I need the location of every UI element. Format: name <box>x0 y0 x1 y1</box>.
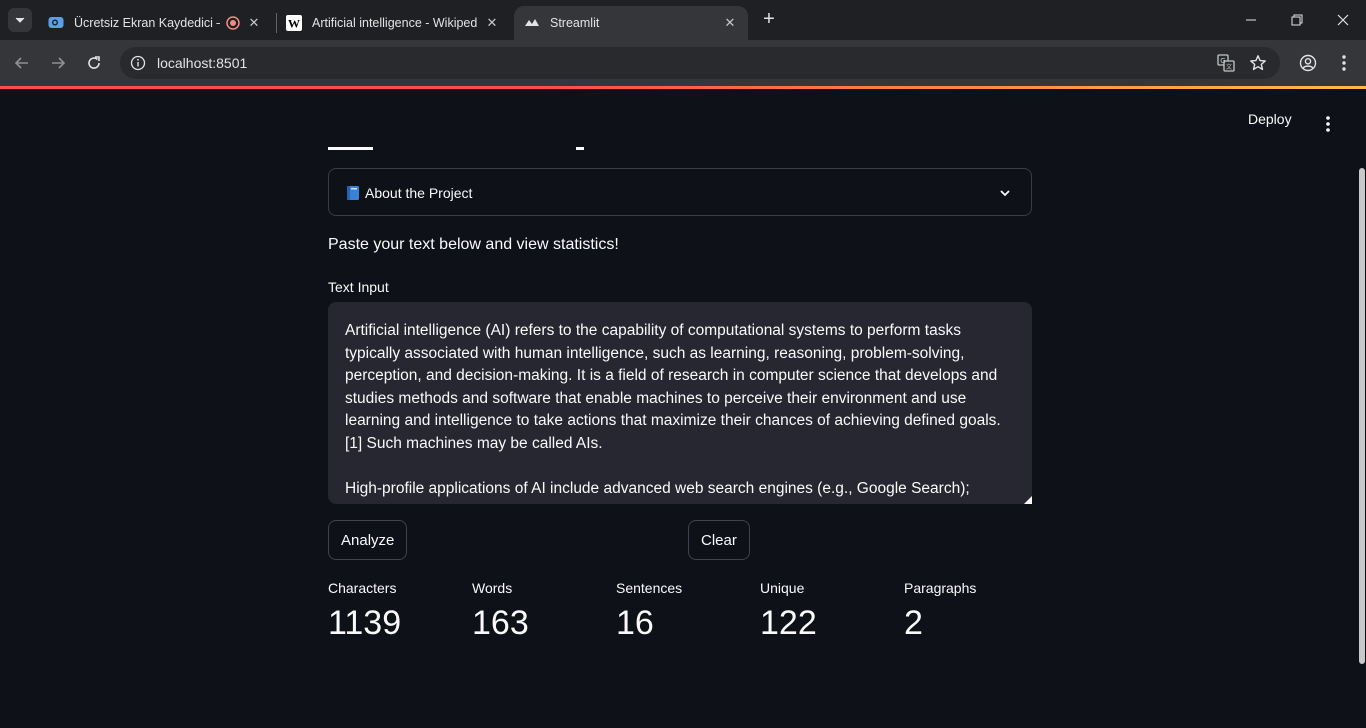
restore-button[interactable] <box>1274 0 1320 40</box>
browser-toolbar: localhost:8501 G文 <box>0 40 1366 86</box>
tab-search-button[interactable] <box>8 8 32 32</box>
tab-title: Ücretsiz Ekran Kaydedici – V <box>74 16 220 30</box>
metric-paragraphs: Paragraphs 2 <box>904 580 1044 643</box>
page-title-clipped <box>328 147 373 150</box>
metric-label: Characters <box>328 580 397 596</box>
metric-value: 163 <box>472 604 529 642</box>
expander-label: About the Project <box>365 185 473 201</box>
analyze-button[interactable]: Analyze <box>328 520 408 560</box>
arrow-right-icon <box>52 57 66 69</box>
close-window-button[interactable] <box>1320 0 1366 40</box>
tab-streamlit[interactable]: Streamlit ✕ <box>514 6 748 40</box>
metric-label: Sentences <box>616 580 683 596</box>
book-icon <box>347 186 359 200</box>
tab-strip: Ücretsiz Ekran Kaydedici – V ✕ W Artific… <box>0 0 1366 40</box>
chevron-down-icon <box>995 183 1015 203</box>
intro-text: Paste your text below and view statistic… <box>328 236 619 253</box>
metric-sentences: Sentences 16 <box>616 580 756 643</box>
metric-value: 2 <box>904 604 923 642</box>
new-tab-button[interactable]: + <box>758 9 780 31</box>
reload-icon <box>88 56 100 69</box>
tab-wikipedia[interactable]: W Artificial intelligence - Wikipedia ✕ <box>276 6 510 40</box>
about-project-expander[interactable]: About the Project <box>328 168 1032 216</box>
text-input-value: Artificial intelligence (AI) refers to t… <box>345 322 1001 497</box>
forward-button[interactable] <box>46 51 70 75</box>
browser-menu-button[interactable] <box>1332 51 1356 75</box>
close-tab-icon[interactable]: ✕ <box>484 15 500 31</box>
svg-text:G: G <box>1220 57 1225 65</box>
close-tab-icon[interactable]: ✕ <box>246 15 262 31</box>
deploy-button[interactable]: Deploy <box>1248 111 1292 127</box>
streamlit-favicon-icon <box>524 15 540 31</box>
chevron-down-icon <box>15 17 25 23</box>
text-input-area[interactable]: Artificial intelligence (AI) refers to t… <box>328 302 1032 504</box>
app-menu-button[interactable] <box>1318 114 1338 134</box>
metric-unique: Unique 122 <box>760 580 900 643</box>
metric-label: Paragraphs <box>904 580 977 596</box>
profile-icon <box>1299 54 1317 72</box>
resize-handle-icon[interactable] <box>1024 496 1032 504</box>
restore-icon <box>1291 14 1303 26</box>
svg-text:W: W <box>288 17 300 31</box>
metric-value: 1139 <box>328 604 402 642</box>
site-info-icon[interactable] <box>128 53 148 73</box>
close-tab-icon[interactable]: ✕ <box>722 15 738 31</box>
page-title-clipped <box>576 147 584 150</box>
metric-value: 16 <box>616 604 654 642</box>
text-input-label: Text Input <box>328 279 389 295</box>
screen-recorder-favicon-icon <box>48 15 64 31</box>
back-button[interactable] <box>10 51 34 75</box>
metric-characters: Characters 1139 <box>328 580 468 643</box>
more-vertical-icon <box>1326 116 1330 132</box>
bookmark-star-icon[interactable] <box>1248 53 1268 73</box>
wikipedia-favicon-icon: W <box>286 15 302 31</box>
translate-icon[interactable]: G文 <box>1216 53 1236 73</box>
tab-title: Artificial intelligence - Wikipedia <box>312 16 478 30</box>
clear-button[interactable]: Clear <box>688 520 750 560</box>
reload-button[interactable] <box>82 51 106 75</box>
minimize-icon <box>1246 19 1256 21</box>
svg-text:文: 文 <box>1226 63 1232 71</box>
profile-button[interactable] <box>1296 51 1320 75</box>
metric-label: Words <box>472 580 513 596</box>
tab-title: Streamlit <box>550 16 600 30</box>
metric-words: Words 163 <box>472 580 612 643</box>
more-vertical-icon <box>1342 55 1346 71</box>
address-bar[interactable]: localhost:8501 G文 <box>120 47 1280 79</box>
metric-label: Unique <box>760 580 805 596</box>
url-text: localhost:8501 <box>157 55 248 71</box>
minimize-button[interactable] <box>1228 0 1274 40</box>
tab-screen-recorder[interactable]: Ücretsiz Ekran Kaydedici – V ✕ <box>38 6 272 40</box>
streamlit-app: Deploy About the Project Paste your text… <box>0 89 1366 728</box>
close-icon <box>1337 14 1349 26</box>
recording-icon <box>226 16 240 30</box>
metric-value: 122 <box>760 604 817 642</box>
page-scrollbar[interactable] <box>1359 168 1365 664</box>
arrow-left-icon <box>14 57 28 69</box>
